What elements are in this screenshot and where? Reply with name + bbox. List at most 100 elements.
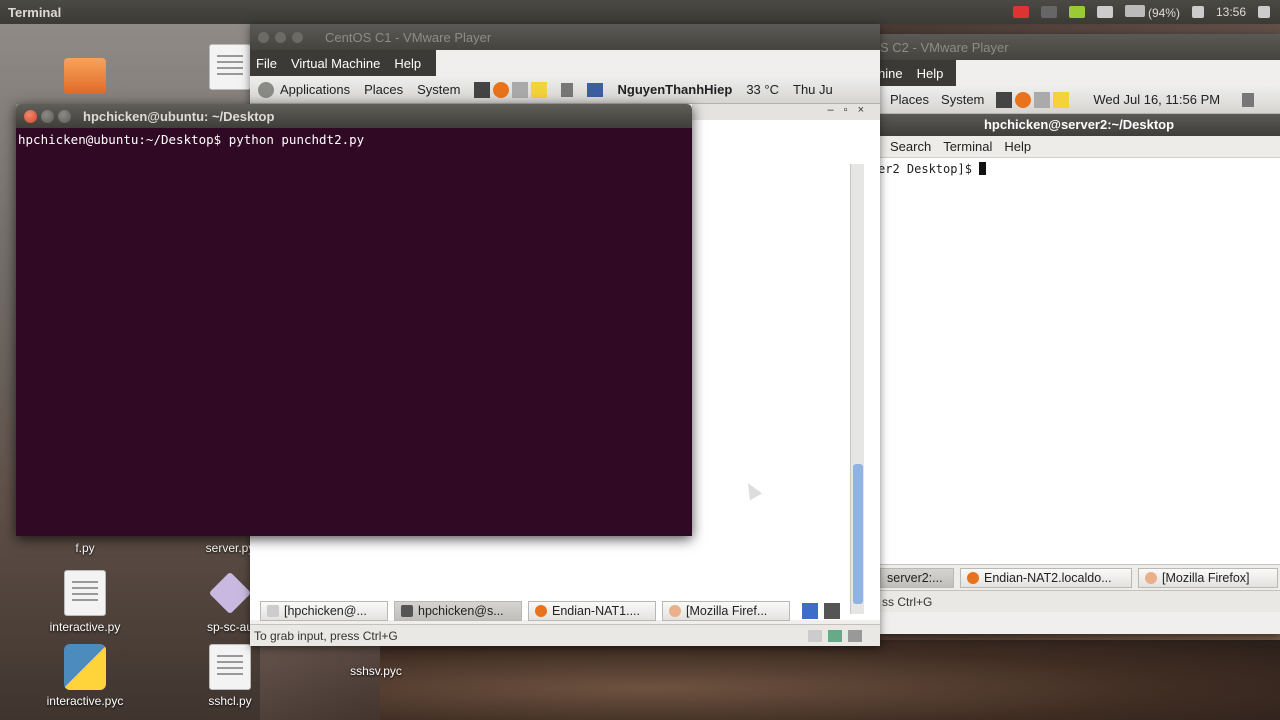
vm1-titlebar[interactable]: CentOS C1 - VMware Player bbox=[250, 24, 880, 50]
clock[interactable]: 13:56 bbox=[1216, 5, 1246, 19]
vm2-clock[interactable]: Wed Jul 16, 11:56 PM bbox=[1093, 92, 1220, 107]
volume-icon[interactable] bbox=[1191, 6, 1204, 18]
vm1-menu-file[interactable]: File bbox=[256, 56, 277, 71]
vm1-user-name[interactable]: NguyenThanhHiep bbox=[617, 82, 732, 97]
vm2-launchers bbox=[996, 91, 1070, 108]
vmware-window-c2[interactable]: S C2 - VMware Player hine Help Places Sy… bbox=[878, 34, 1280, 634]
vm2-terminal-menu-search[interactable]: Search bbox=[890, 139, 931, 154]
firefox-launcher-icon[interactable] bbox=[493, 81, 510, 98]
vm1-menu-help[interactable]: Help bbox=[394, 56, 421, 71]
vm2-menubar: hine Help bbox=[878, 60, 956, 86]
vm2-menu-help[interactable]: Help bbox=[917, 66, 944, 81]
desktop-folder-icon[interactable] bbox=[30, 52, 140, 98]
vm1-task-terminal-2[interactable]: hpchicken@s... bbox=[394, 601, 522, 621]
top-panel: Terminal (94%) 13:56 bbox=[0, 0, 1280, 24]
terminal-output[interactable]: hpchicken@ubuntu:~/Desktop$ python punch… bbox=[16, 128, 692, 536]
vm2-terminal-output[interactable]: er2 Desktop]$ bbox=[878, 158, 1280, 564]
terminal-icon bbox=[267, 605, 279, 617]
vm1-inner-window-controls[interactable]: –▫× bbox=[828, 104, 874, 116]
update-icon[interactable] bbox=[1068, 6, 1085, 18]
vm1-network-icon[interactable] bbox=[587, 82, 604, 97]
vm2-taskbar: server2:... Endian-NAT2.localdo... [Mozi… bbox=[878, 564, 1280, 590]
vm1-applications-menu[interactable]: Applications bbox=[258, 81, 351, 98]
desktop-icon-sshsv-pyc[interactable]: sshsv.pyc bbox=[321, 664, 431, 678]
network-device-icon[interactable] bbox=[828, 629, 842, 642]
usb-device-icon[interactable] bbox=[848, 629, 862, 642]
firefox-icon bbox=[669, 605, 681, 617]
minimize-icon[interactable] bbox=[275, 31, 286, 43]
vm2-terminal-title: hpchicken@server2:~/Desktop bbox=[983, 117, 1175, 132]
desktop-icon-interactive-pyc[interactable]: interactive.pyc bbox=[30, 644, 140, 708]
vm1-guest-panel: Applications Places System NguyenThanhHi… bbox=[250, 76, 880, 104]
firefox-icon bbox=[535, 605, 547, 617]
mail-launcher-icon[interactable] bbox=[1034, 91, 1051, 108]
vm1-scrollbar[interactable] bbox=[850, 164, 864, 614]
vm2-titlebar[interactable]: S C2 - VMware Player bbox=[878, 34, 1280, 60]
system-tray: (94%) 13:56 bbox=[1012, 0, 1270, 24]
maximize-icon[interactable] bbox=[58, 109, 71, 123]
task-label: [Mozilla Firefox] bbox=[1162, 570, 1250, 585]
folder-icon bbox=[64, 58, 106, 94]
power-icon[interactable] bbox=[1258, 6, 1270, 18]
terminal-title: hpchicken@ubuntu: ~/Desktop bbox=[83, 108, 275, 124]
desktop-wallpaper-rocks bbox=[380, 640, 1280, 720]
desktop-icon-label: f.py bbox=[75, 541, 95, 555]
close-icon[interactable] bbox=[24, 109, 37, 123]
vm2-statusbar: ss Ctrl+G bbox=[878, 590, 1280, 612]
vm1-task-terminal-1[interactable]: [hpchicken@... bbox=[260, 601, 388, 621]
gnome-foot-icon bbox=[258, 81, 274, 98]
show-desktop-icon[interactable] bbox=[824, 603, 840, 619]
python-compiled-icon bbox=[64, 644, 106, 690]
vm1-task-endian[interactable]: Endian-NAT1.... bbox=[528, 601, 656, 621]
mail-launcher-icon[interactable] bbox=[512, 81, 529, 98]
vm2-task-firefox[interactable]: [Mozilla Firefox] bbox=[1138, 567, 1278, 588]
vm2-terminal-menu-terminal[interactable]: Terminal bbox=[943, 139, 992, 154]
vm1-taskbar: [hpchicken@... hpchicken@s... Endian-NAT… bbox=[260, 600, 875, 622]
vm1-clock[interactable]: Thu Ju bbox=[793, 82, 833, 97]
vm1-system-menu[interactable]: System bbox=[417, 82, 460, 97]
firefox-launcher-icon[interactable] bbox=[1015, 91, 1032, 108]
applications-label: Applications bbox=[280, 82, 351, 97]
desktop-icon-sshcl-py[interactable]: sshcl.py bbox=[175, 644, 285, 708]
terminal-launcher-icon[interactable] bbox=[474, 81, 491, 98]
battery-indicator[interactable]: (94%) bbox=[1124, 4, 1180, 20]
vm1-task-firefox[interactable]: [Mozilla Firef... bbox=[662, 601, 790, 621]
notes-launcher-icon[interactable] bbox=[1053, 91, 1070, 108]
vm2-menu-machine[interactable]: hine bbox=[878, 66, 903, 81]
vm2-terminal-menubar: Search Terminal Help bbox=[878, 136, 1280, 158]
vm1-weather[interactable]: 33 °C bbox=[746, 82, 779, 97]
vm2-terminal-titlebar[interactable]: hpchicken@server2:~/Desktop bbox=[878, 114, 1280, 136]
vm1-scrollbar-thumb[interactable] bbox=[853, 464, 863, 604]
network-icon[interactable] bbox=[1040, 6, 1057, 18]
maximize-icon[interactable] bbox=[292, 31, 303, 43]
vm1-volume-icon[interactable] bbox=[561, 82, 574, 97]
python-file-icon bbox=[64, 570, 106, 616]
vm1-device-icons bbox=[808, 629, 862, 642]
task-label: [hpchicken@... bbox=[284, 604, 367, 618]
mail-icon[interactable] bbox=[1096, 6, 1113, 18]
notes-launcher-icon[interactable] bbox=[531, 81, 548, 98]
floppy-icon[interactable] bbox=[808, 629, 822, 642]
vm2-volume-icon[interactable] bbox=[1242, 92, 1255, 107]
desktop-icon-f-py[interactable]: f.py bbox=[30, 541, 140, 555]
workspace-switcher-icon[interactable] bbox=[802, 603, 818, 619]
vm2-system-menu[interactable]: System bbox=[941, 92, 984, 107]
terminal-launcher-icon[interactable] bbox=[996, 91, 1013, 108]
vm1-menu-virtual-machine[interactable]: Virtual Machine bbox=[291, 56, 380, 71]
desktop-icon-label: sshsv.pyc bbox=[350, 664, 402, 678]
ubuntu-terminal-window[interactable]: hpchicken@ubuntu: ~/Desktop hpchicken@ub… bbox=[16, 104, 692, 536]
vm2-terminal-menu-help[interactable]: Help bbox=[1004, 139, 1031, 154]
text-file-icon bbox=[209, 44, 251, 90]
vm2-task-endian[interactable]: Endian-NAT2.localdo... bbox=[960, 567, 1132, 588]
terminal-icon bbox=[401, 605, 413, 617]
vm1-places-menu[interactable]: Places bbox=[364, 82, 403, 97]
vm1-launchers bbox=[474, 81, 548, 98]
desktop-icon-interactive-py[interactable]: interactive.py bbox=[30, 570, 140, 634]
vm2-task-terminal[interactable]: server2:... bbox=[880, 567, 954, 588]
terminal-titlebar[interactable]: hpchicken@ubuntu: ~/Desktop bbox=[16, 104, 692, 128]
vm2-places-menu[interactable]: Places bbox=[890, 92, 929, 107]
minimize-icon[interactable] bbox=[41, 109, 54, 123]
close-icon[interactable] bbox=[258, 31, 269, 43]
recording-icon[interactable] bbox=[1012, 6, 1029, 18]
desktop-icon-label: interactive.pyc bbox=[46, 694, 124, 708]
